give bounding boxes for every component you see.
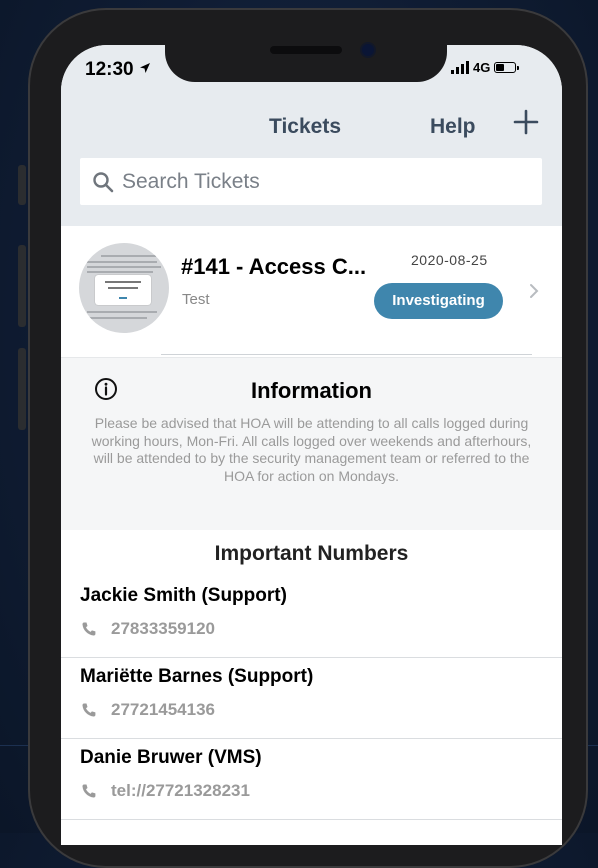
- search-input[interactable]: Search Tickets: [80, 158, 542, 205]
- contact-name: Jackie Smith (Support): [80, 585, 287, 606]
- important-numbers-title: Important Numbers: [214, 542, 409, 565]
- status-badge: Investigating: [374, 283, 503, 319]
- battery-icon: [494, 62, 520, 73]
- page-title: Tickets: [269, 115, 341, 138]
- side-button-mute: [18, 165, 26, 205]
- app-screen: 12:30 4G Tickets Help Search Tickets #14…: [61, 45, 562, 845]
- row-divider: [161, 354, 532, 355]
- contact-item[interactable]: Danie Bruwer (VMS) tel://27721328231: [61, 739, 562, 820]
- plus-icon[interactable]: [511, 107, 541, 137]
- phone-speaker: [270, 46, 342, 54]
- signal-icon: [451, 61, 469, 74]
- contact-phone[interactable]: 27721454136: [111, 700, 215, 720]
- ticket-thumbnail: [79, 243, 169, 333]
- status-time: 12:30: [85, 59, 151, 81]
- location-arrow-icon: [139, 63, 150, 73]
- phone-camera: [362, 44, 374, 56]
- phone-icon: [82, 622, 96, 636]
- information-title: Information: [251, 378, 372, 403]
- search-placeholder: Search Tickets: [122, 169, 260, 193]
- ticket-subtitle: Test: [182, 291, 210, 308]
- ticket-title: #141 - Access C...: [181, 254, 367, 279]
- phone-icon: [82, 703, 96, 717]
- contact-item[interactable]: Jackie Smith (Support) 27833359120: [61, 577, 562, 658]
- ticket-date: 2020-08-25: [411, 252, 488, 268]
- important-numbers-section: Important Numbers Jackie Smith (Support)…: [61, 530, 562, 845]
- ticket-item[interactable]: #141 - Access C... 2020-08-25 Test Inves…: [61, 226, 562, 357]
- phone-icon: [82, 784, 96, 798]
- contact-phone[interactable]: tel://27721328231: [111, 781, 250, 801]
- information-panel: Information Please be advised that HOA w…: [61, 357, 562, 531]
- side-button-volume-down: [18, 348, 26, 430]
- contact-phone[interactable]: 27833359120: [111, 619, 215, 639]
- information-body: Please be advised that HOA will be atten…: [91, 415, 532, 484]
- side-button-volume-up: [18, 245, 26, 327]
- help-button[interactable]: Help: [430, 115, 476, 139]
- contact-name: Mariëtte Barnes (Support): [80, 666, 314, 687]
- contact-item[interactable]: Mariëtte Barnes (Support) 27721454136: [61, 658, 562, 739]
- search-icon: [93, 171, 114, 192]
- status-indicators: 4G: [451, 60, 520, 75]
- chevron-right-icon: [530, 284, 539, 298]
- contact-name: Danie Bruwer (VMS): [80, 747, 262, 768]
- network-label: 4G: [473, 60, 491, 75]
